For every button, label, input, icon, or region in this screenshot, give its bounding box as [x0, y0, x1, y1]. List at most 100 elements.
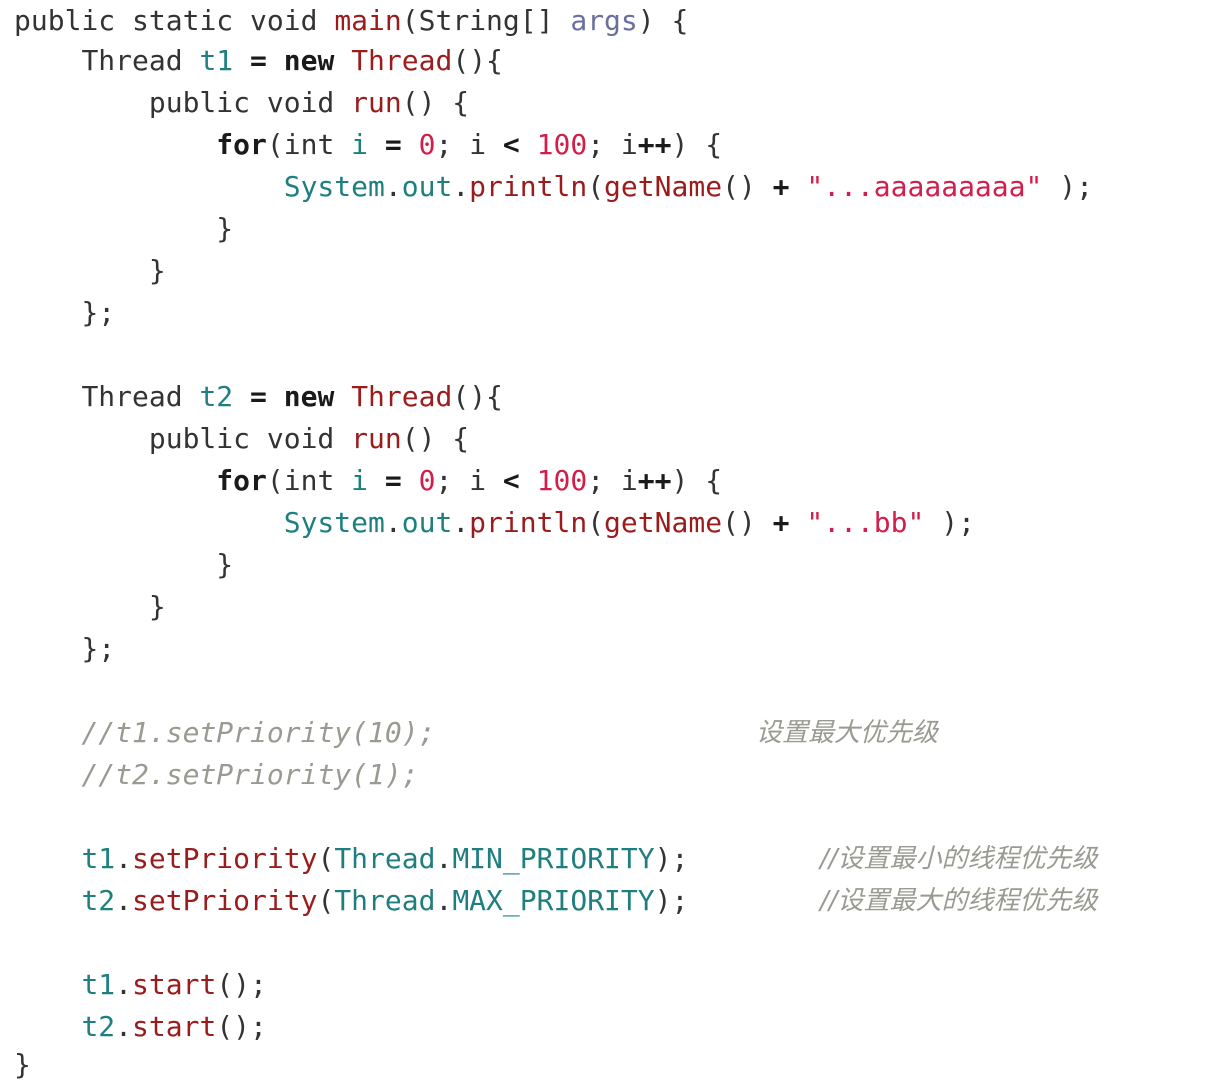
for-close: ) {	[671, 128, 723, 161]
end-call: );	[1042, 170, 1093, 203]
code-line-t1-decl: Thread t1 = new Thread(){	[14, 40, 503, 82]
paren-brace: (){	[452, 44, 503, 77]
empty-parens: ()	[722, 170, 756, 203]
empty-parens: ()	[722, 506, 756, 539]
code-line-comment-1: //t1.setPriority(10);	[14, 712, 435, 754]
param-args: args	[570, 4, 638, 37]
signature-close: ) {	[637, 4, 689, 37]
code-line-run-decl: public void run() {	[14, 82, 469, 124]
var-t1: t1	[81, 842, 116, 875]
method-setpriority: setPriority	[132, 884, 318, 917]
code-line-close-t1: };	[14, 292, 115, 334]
type-thread: Thread	[81, 44, 183, 77]
var-i: i	[620, 464, 638, 497]
code-line-run-decl-2: public void run() {	[14, 418, 469, 460]
code-block: public static void main(String[] args) {…	[0, 0, 1228, 1088]
run-tail: () {	[401, 422, 470, 455]
class-thread: Thread	[334, 884, 436, 917]
method-setpriority: setPriority	[132, 842, 318, 875]
semicolon: ;	[435, 464, 453, 497]
method-getname: getName	[604, 506, 723, 539]
code-line-main-signature: public static void main(String[] args) {	[14, 0, 688, 42]
start-call: ();	[216, 1010, 267, 1043]
keyword-for: for	[216, 128, 267, 161]
var-t2: t2	[199, 380, 234, 413]
dot: .	[115, 1010, 133, 1043]
code-line-println-b: System.out.println(getName() + "...bb" )…	[14, 502, 975, 544]
class-system: System	[283, 170, 385, 203]
number-hundred: 100	[536, 128, 588, 161]
dot: .	[384, 170, 402, 203]
code-line-t2-start: t2.start();	[14, 1006, 267, 1048]
for-open: (int	[266, 128, 335, 161]
close-semi: );	[654, 884, 689, 917]
paren-open: (	[317, 842, 335, 875]
dot: .	[435, 842, 453, 875]
class-system: System	[283, 506, 385, 539]
for-open: (int	[266, 464, 335, 497]
dot: .	[435, 884, 453, 917]
brace-close-semi: };	[81, 296, 116, 329]
dot: .	[384, 506, 402, 539]
class-thread: Thread	[334, 842, 436, 875]
var-t2: t2	[81, 884, 116, 917]
var-t2: t2	[81, 1010, 116, 1043]
comment-t2-priority: //t2.setPriority(1);	[81, 758, 419, 791]
op-lt: <	[502, 128, 520, 161]
var-t1: t1	[81, 968, 116, 1001]
method-println: println	[469, 170, 588, 203]
class-thread: Thread	[351, 44, 453, 77]
code-line-close-run-2: }	[14, 586, 166, 628]
code-line-for: for(int i = 0; i < 100; i++) {	[14, 124, 722, 166]
op-assign: =	[384, 464, 402, 497]
dot: .	[115, 968, 133, 1001]
op-plus: +	[772, 170, 790, 203]
method-name-run: run	[351, 86, 402, 119]
field-out: out	[401, 506, 453, 539]
paren-open: (	[401, 4, 419, 37]
brace-close: }	[14, 1048, 31, 1081]
code-line-close-main: }	[14, 1044, 31, 1086]
code-line-t1-setpriority: t1.setPriority(Thread.MIN_PRIORITY);	[14, 838, 688, 880]
var-i: i	[351, 464, 369, 497]
brace-close: }	[148, 590, 166, 623]
var-t1: t1	[199, 44, 234, 77]
dot: .	[452, 170, 470, 203]
number-zero: 0	[418, 464, 436, 497]
close-semi: );	[654, 842, 689, 875]
method-start: start	[132, 968, 217, 1001]
code-line-close-t2: };	[14, 628, 115, 670]
comment-zh-min-thread-priority: //设置最小的线程优先级	[820, 844, 1098, 874]
end-call: );	[924, 506, 975, 539]
keyword-for: for	[216, 464, 267, 497]
comment-zh-max-thread-priority: //设置最大的线程优先级	[820, 886, 1098, 916]
var-i: i	[351, 128, 369, 161]
code-line-t1-start: t1.start();	[14, 964, 266, 1006]
code-line-close-run: }	[14, 250, 166, 292]
code-line-comment-2: //t2.setPriority(1);	[14, 754, 419, 796]
op-plus: +	[772, 506, 790, 539]
keyword-void: void	[250, 4, 318, 37]
brace-close: }	[148, 254, 166, 287]
paren-open: (	[317, 884, 335, 917]
code-line-close-for-2: }	[14, 544, 233, 586]
op-inc: ++	[637, 128, 672, 161]
op-lt: <	[502, 464, 520, 497]
string-literal-b: "...bb"	[806, 506, 925, 539]
code-line-println-a: System.out.println(getName() + "...aaaaa…	[14, 166, 1093, 208]
keyword-new: new	[283, 380, 335, 413]
dot: .	[115, 842, 133, 875]
paren-open: (	[587, 506, 605, 539]
method-name-run: run	[351, 422, 402, 455]
dot: .	[452, 506, 470, 539]
keyword-public-void: public void	[148, 422, 335, 455]
keyword-new: new	[283, 44, 335, 77]
keyword-public-void: public void	[148, 86, 335, 119]
type-string-array: String[]	[418, 4, 554, 37]
comment-zh-max-priority: 设置最大优先级	[756, 718, 939, 748]
paren-open: (	[587, 170, 605, 203]
method-name-main: main	[334, 4, 402, 37]
method-start: start	[132, 1010, 217, 1043]
paren-brace: (){	[452, 380, 503, 413]
op-assign: =	[250, 380, 267, 413]
